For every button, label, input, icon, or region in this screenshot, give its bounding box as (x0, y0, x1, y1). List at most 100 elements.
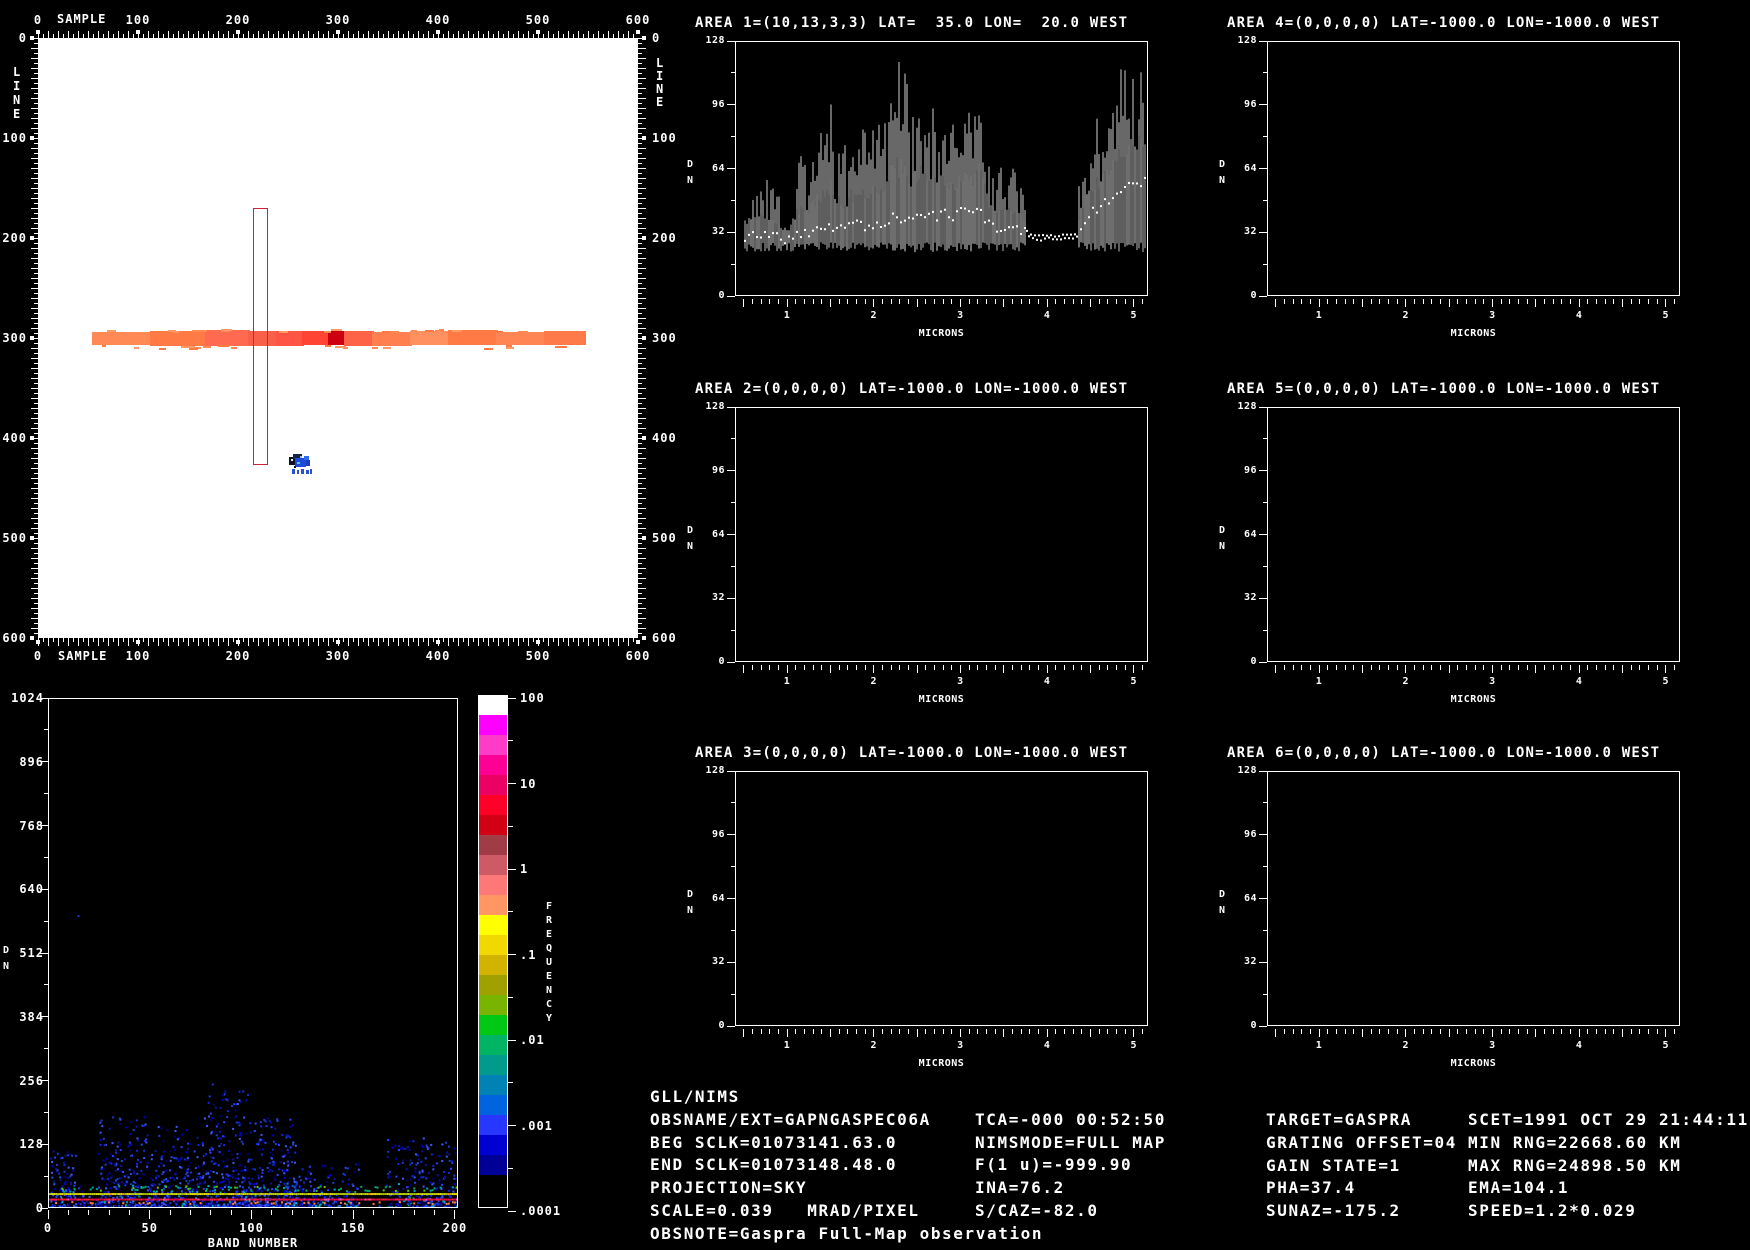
x-tick (1344, 665, 1346, 670)
image-stripe-segment (276, 331, 304, 346)
x-tick (1072, 1029, 1074, 1034)
x-tick (1072, 665, 1074, 670)
x-tick (332, 1210, 334, 1215)
x-tick (1613, 1029, 1615, 1034)
x-tick (230, 1210, 232, 1215)
histogram-y-label: 768 (19, 818, 44, 833)
x-tick (1309, 299, 1311, 304)
spectrum-x-label: 1 (1315, 1040, 1323, 1051)
y-tick (1259, 770, 1267, 772)
y-tick (1263, 993, 1267, 995)
spectrum-y-label: 96 (1243, 828, 1257, 840)
spectrum-y-label: 128 (1237, 765, 1257, 776)
x-tick (959, 299, 961, 307)
x-tick (1055, 665, 1057, 670)
image-stripe-edge (181, 346, 186, 349)
x-tick (149, 1210, 151, 1219)
spectrum-x-label: 3 (1489, 676, 1496, 687)
x-tick (1046, 1029, 1048, 1037)
image-stripe-edge (383, 346, 392, 349)
microns-axis-label: MICRONS (918, 328, 965, 339)
image-stripe-segment (205, 330, 250, 346)
x-tick (1517, 299, 1519, 304)
spectrum-x-label: 2 (870, 676, 877, 687)
x-tick (1500, 665, 1502, 670)
x-tick (812, 299, 814, 304)
x-tick (977, 299, 979, 304)
spectrum-x-label: 2 (1402, 676, 1409, 687)
y-tick (1263, 438, 1267, 440)
x-tick (1543, 1029, 1545, 1034)
x-tick (1037, 665, 1039, 670)
x-tick (1491, 299, 1493, 307)
x-tick (786, 1029, 788, 1037)
tick-marker (536, 640, 540, 644)
x-tick (1353, 299, 1355, 304)
x-tick (873, 665, 875, 673)
x-tick (1604, 1029, 1606, 1034)
x-tick (1673, 1029, 1675, 1034)
image-stripe-edge (159, 347, 166, 350)
tick-marker (236, 640, 240, 644)
metadata-left-field: OBSNOTE=Gaspra Full-Map observation (650, 1223, 1044, 1243)
spectrum-x-label: 4 (1575, 1040, 1583, 1051)
y-tick (727, 40, 735, 42)
image-stripe-segment (372, 332, 412, 346)
x-tick (1115, 1029, 1117, 1034)
x-tick (1318, 299, 1320, 307)
x-tick (1422, 299, 1424, 304)
area-selection-box[interactable] (253, 208, 268, 465)
x-tick (1431, 665, 1433, 670)
dn-axis-letter: D (687, 159, 694, 170)
x-tick (1543, 665, 1545, 670)
spectrum-y-label: 96 (1243, 98, 1257, 110)
x-tick (925, 299, 927, 304)
spectrum-y-label: 128 (705, 401, 725, 412)
x-tick (1448, 1029, 1450, 1037)
frequency-axis-letter: E (546, 971, 553, 982)
frequency-axis-letter: F (546, 901, 553, 912)
x-tick (1011, 665, 1013, 670)
band-number-axis-label: BAND NUMBER (207, 1236, 299, 1250)
sample-tick-label: 200 (225, 13, 251, 27)
y-tick (1263, 199, 1267, 201)
line-axis-letter: I (13, 79, 22, 93)
y-tick (1259, 661, 1267, 663)
x-tick (1133, 1029, 1135, 1037)
sample-tick-label: 0 (33, 13, 43, 27)
image-stripe-edge (325, 345, 331, 348)
x-tick (751, 665, 753, 670)
metadata-right-field: SPEED=1.2*0.029 (1468, 1201, 1637, 1221)
x-tick (1604, 299, 1606, 304)
x-tick (1578, 299, 1580, 307)
x-tick (1647, 665, 1649, 670)
x-tick (1046, 299, 1048, 307)
y-tick (1263, 502, 1267, 504)
y-tick (1259, 898, 1267, 899)
x-tick (1063, 1029, 1065, 1034)
x-tick (942, 299, 944, 304)
x-tick (1474, 665, 1476, 670)
x-tick (1098, 1029, 1100, 1034)
asteroid-blob-pixel (301, 469, 304, 474)
x-tick (864, 1029, 866, 1034)
x-tick (1283, 1029, 1285, 1034)
metadata-right-field: EMA=104.1 (1468, 1178, 1570, 1198)
x-tick (1448, 665, 1450, 673)
tick-marker (436, 30, 440, 34)
microns-axis-label: MICRONS (918, 694, 965, 705)
x-tick (899, 665, 901, 670)
x-tick (1647, 299, 1649, 304)
x-tick (1327, 299, 1329, 304)
x-tick (1081, 665, 1083, 670)
colorbar-tick (508, 911, 513, 913)
x-tick (1309, 665, 1311, 670)
dn-axis-letter: D (1219, 159, 1226, 170)
x-tick (1327, 1029, 1329, 1034)
line-tick-label: 0 (652, 31, 661, 45)
colorbar-tick-label: 100 (520, 691, 545, 705)
x-tick (968, 665, 970, 670)
image-stripe-segment (496, 332, 546, 345)
area-1-spectrum (744, 62, 1146, 253)
colorbar-frame (478, 695, 508, 1208)
